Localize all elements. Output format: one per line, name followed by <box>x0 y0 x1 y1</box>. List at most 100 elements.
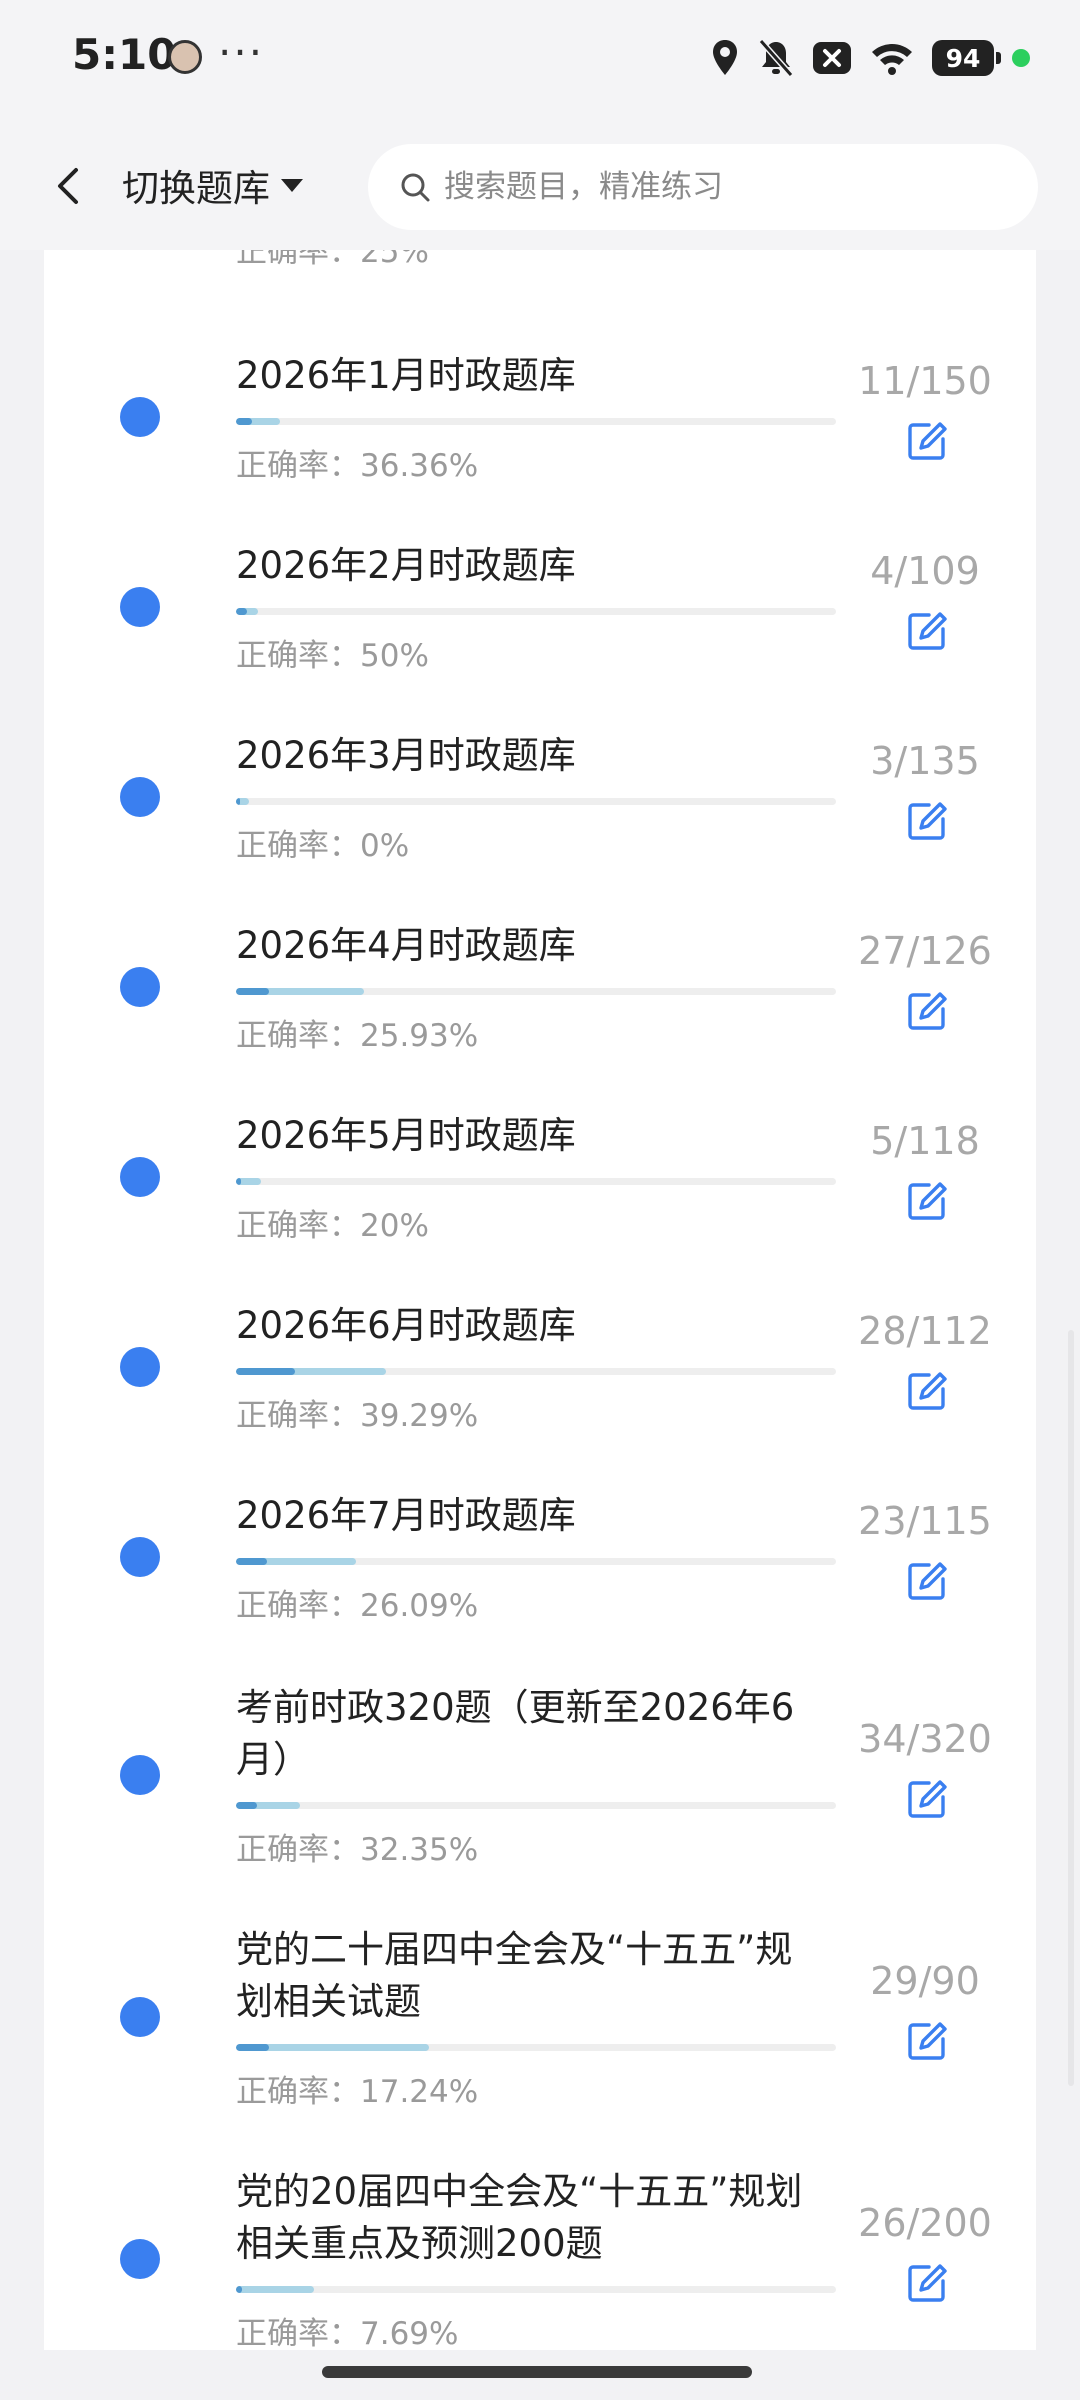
accuracy-text: 正确率：7.69% <box>236 2316 459 2350</box>
progress-answered-fill <box>236 2286 314 2293</box>
edit-icon <box>908 422 947 460</box>
status-dot <box>120 777 160 817</box>
edit-icon <box>908 1780 947 1818</box>
progress-count: 28/112 <box>858 1309 992 1353</box>
partial-accuracy-text: 正确率：25% <box>236 250 429 270</box>
chevron-left-icon <box>58 168 78 204</box>
progress-correct-fill <box>236 1368 295 1375</box>
edit-practice-button[interactable] <box>905 419 949 463</box>
item-title: 2026年4月时政题库 <box>236 924 576 967</box>
close-box-icon <box>812 41 852 75</box>
status-dot <box>120 2239 160 2279</box>
edit-practice-button[interactable] <box>905 1179 949 1223</box>
edit-practice-button[interactable] <box>905 1369 949 1413</box>
progress-correct-fill <box>236 608 248 615</box>
progress-bar <box>236 418 836 425</box>
status-bar: 5:10 ··· 94 <box>0 0 1080 120</box>
item-title: 2026年1月时政题库 <box>236 354 576 397</box>
progress-correct-fill <box>236 798 240 805</box>
status-dot <box>120 1537 160 1577</box>
progress-correct-fill <box>236 1558 268 1565</box>
status-icons: 94 <box>710 36 1030 80</box>
item-title: 2026年5月时政题库 <box>236 1114 576 1157</box>
search-input[interactable] <box>444 169 1004 205</box>
progress-count: 34/320 <box>858 1717 992 1761</box>
item-title: 2026年6月时政题库 <box>236 1304 576 1347</box>
progress-correct-fill <box>236 988 270 995</box>
accuracy-text: 正确率：0% <box>236 828 410 864</box>
progress-bar <box>236 1558 836 1565</box>
progress-bar <box>236 1368 836 1375</box>
progress-bar <box>236 988 836 995</box>
progress-bar <box>236 1802 836 1809</box>
edit-icon <box>908 992 947 1030</box>
status-dot <box>120 587 160 627</box>
accuracy-text: 正确率：25.93% <box>236 1018 479 1054</box>
accuracy-text: 正确率：32.35% <box>236 1832 479 1868</box>
status-dot <box>120 1755 160 1795</box>
switch-library-label: 切换题库 <box>122 167 270 210</box>
back-button[interactable] <box>40 156 100 216</box>
progress-count: 3/135 <box>870 739 980 783</box>
status-dot <box>120 1347 160 1387</box>
status-dot <box>120 1997 160 2037</box>
progress-correct-fill <box>236 1178 242 1185</box>
edit-practice-button[interactable] <box>905 2019 949 2063</box>
accuracy-text: 正确率：17.24% <box>236 2074 479 2110</box>
edit-icon <box>908 612 947 650</box>
status-dot <box>120 967 160 1007</box>
accuracy-text: 正确率：36.36% <box>236 448 479 484</box>
progress-count: 23/115 <box>858 1499 992 1543</box>
edit-icon <box>908 802 947 840</box>
edit-practice-button[interactable] <box>905 609 949 653</box>
status-dot <box>120 1157 160 1197</box>
more-notifications-icon: ··· <box>218 28 265 77</box>
progress-bar <box>236 2286 836 2293</box>
progress-bar <box>236 1178 836 1185</box>
caret-down-icon <box>281 179 303 192</box>
question-bank-list: 正确率：25% 2026年1月时政题库正确率：36.36% 11/150 2026年… <box>44 250 1036 2350</box>
progress-bar <box>236 798 836 805</box>
progress-correct-fill <box>236 418 252 425</box>
progress-bar <box>236 608 836 615</box>
progress-count: 29/90 <box>870 1959 980 2003</box>
edit-icon <box>908 1182 947 1220</box>
edit-practice-button[interactable] <box>905 1777 949 1821</box>
progress-count: 11/150 <box>858 359 992 403</box>
status-time: 5:10 <box>72 30 177 79</box>
edit-icon <box>908 2022 947 2060</box>
progress-correct-fill <box>236 1802 257 1809</box>
accuracy-text: 正确率：39.29% <box>236 1398 479 1434</box>
item-title: 2026年2月时政题库 <box>236 544 576 587</box>
search-bar[interactable] <box>368 144 1038 230</box>
privacy-indicator-icon <box>1012 49 1030 67</box>
top-bar: 切换题库 <box>0 120 1080 250</box>
search-icon <box>401 173 430 202</box>
switch-library-button[interactable]: 切换题库 <box>122 158 306 212</box>
item-title: 党的二十届四中全会及“十五五”规划相关试题 <box>236 1928 793 2023</box>
edit-practice-button[interactable] <box>905 799 949 843</box>
edit-practice-button[interactable] <box>905 1559 949 1603</box>
item-title: 考前时政320题（更新至2026年6月） <box>236 1686 795 1781</box>
item-title: 2026年7月时政题库 <box>236 1494 576 1537</box>
progress-bar <box>236 2044 836 2051</box>
progress-correct-fill <box>236 2286 242 2293</box>
progress-correct-fill <box>236 2044 270 2051</box>
battery-icon: 94 <box>932 40 1001 76</box>
bell-off-icon <box>758 38 794 78</box>
progress-count: 27/126 <box>858 929 992 973</box>
accuracy-text: 正确率：26.09% <box>236 1588 479 1624</box>
status-dot <box>120 397 160 437</box>
edit-icon <box>908 1562 947 1600</box>
edit-icon <box>908 1372 947 1410</box>
accuracy-text: 正确率：50% <box>236 638 429 674</box>
progress-count: 26/200 <box>858 2201 992 2245</box>
edit-practice-button[interactable] <box>905 989 949 1033</box>
scrollbar[interactable] <box>1068 1330 1074 2086</box>
wifi-icon <box>870 40 914 76</box>
item-title: 2026年3月时政题库 <box>236 734 576 777</box>
home-indicator[interactable] <box>322 2366 752 2378</box>
item-title: 党的20届四中全会及“十五五”规划相关重点及预测200题 <box>236 2170 803 2265</box>
edit-practice-button[interactable] <box>905 2261 949 2305</box>
notification-avatar-icon <box>168 40 202 74</box>
